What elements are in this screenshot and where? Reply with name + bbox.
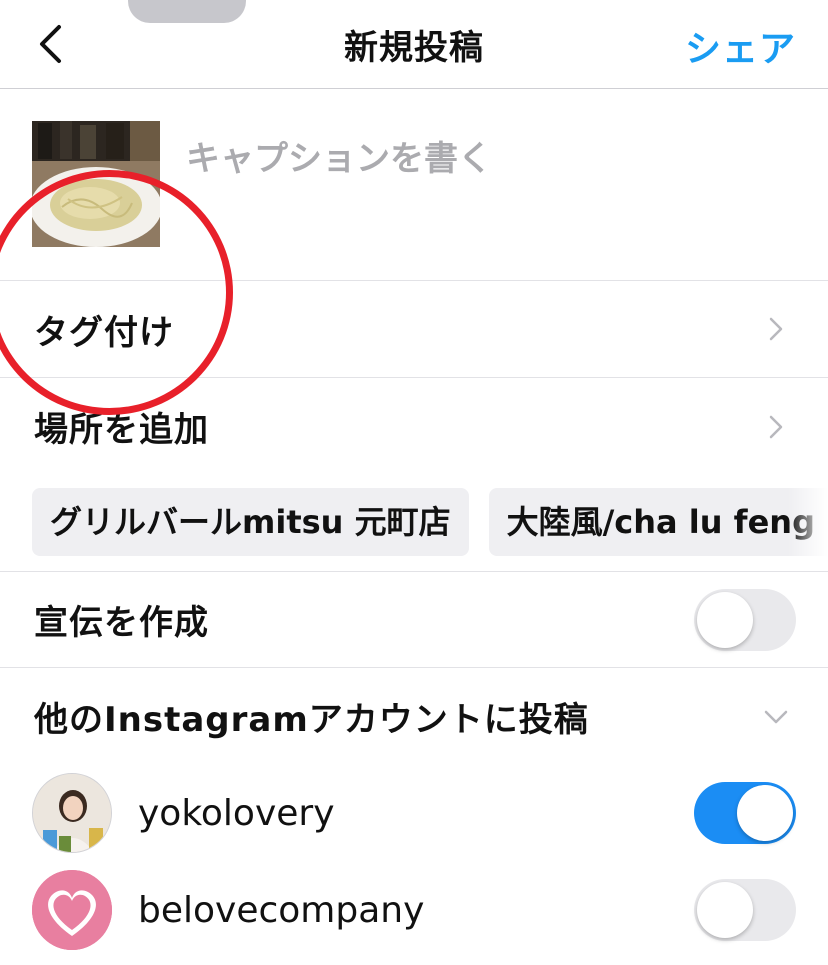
add-location-row[interactable]: 場所を追加 xyxy=(0,378,828,475)
share-button[interactable]: シェア xyxy=(685,20,796,72)
nav-header: 新規投稿 シェア xyxy=(0,0,828,89)
account-name: yokolovery xyxy=(138,792,335,834)
person-avatar-icon xyxy=(33,774,111,852)
chevron-right-icon xyxy=(769,317,783,341)
chevron-right-icon xyxy=(769,415,783,438)
account-row: belovecompany xyxy=(0,862,828,958)
location-suggestions: グリルバールmitsu 元町店 大陸風/cha lu feng xyxy=(32,488,828,556)
other-accounts-label: 他のInstagramアカウントに投稿 xyxy=(34,700,589,740)
location-chip[interactable]: 大陸風/cha lu feng xyxy=(488,488,828,556)
create-promotion-row: 宣伝を作成 xyxy=(0,571,828,668)
toggle-knob xyxy=(697,591,753,648)
tag-people-label: タグ付け xyxy=(34,312,174,353)
account-toggle-yokolovery[interactable] xyxy=(694,782,796,844)
chevron-left-icon xyxy=(40,25,61,63)
toggle-knob xyxy=(697,882,753,938)
create-promotion-label: 宣伝を作成 xyxy=(34,603,209,643)
back-button[interactable] xyxy=(30,22,70,66)
heart-logo-icon xyxy=(32,870,112,950)
avatar xyxy=(32,870,112,950)
add-location-label: 場所を追加 xyxy=(34,410,209,450)
location-chip[interactable]: グリルバールmitsu 元町店 xyxy=(32,488,469,556)
post-thumbnail xyxy=(32,121,160,247)
account-toggle-belovecompany[interactable] xyxy=(694,879,796,941)
chevron-down-icon xyxy=(764,710,788,723)
account-name: belovecompany xyxy=(138,889,425,931)
promotion-toggle[interactable] xyxy=(694,588,796,651)
pasta-photo xyxy=(32,121,160,247)
other-accounts-row[interactable]: 他のInstagramアカウントに投稿 xyxy=(0,668,828,765)
avatar xyxy=(32,773,112,853)
toggle-knob xyxy=(737,785,793,841)
caption-section xyxy=(0,89,828,281)
account-row: yokolovery xyxy=(0,765,828,861)
tag-people-row[interactable]: タグ付け xyxy=(0,281,828,378)
caption-input[interactable] xyxy=(186,139,786,179)
